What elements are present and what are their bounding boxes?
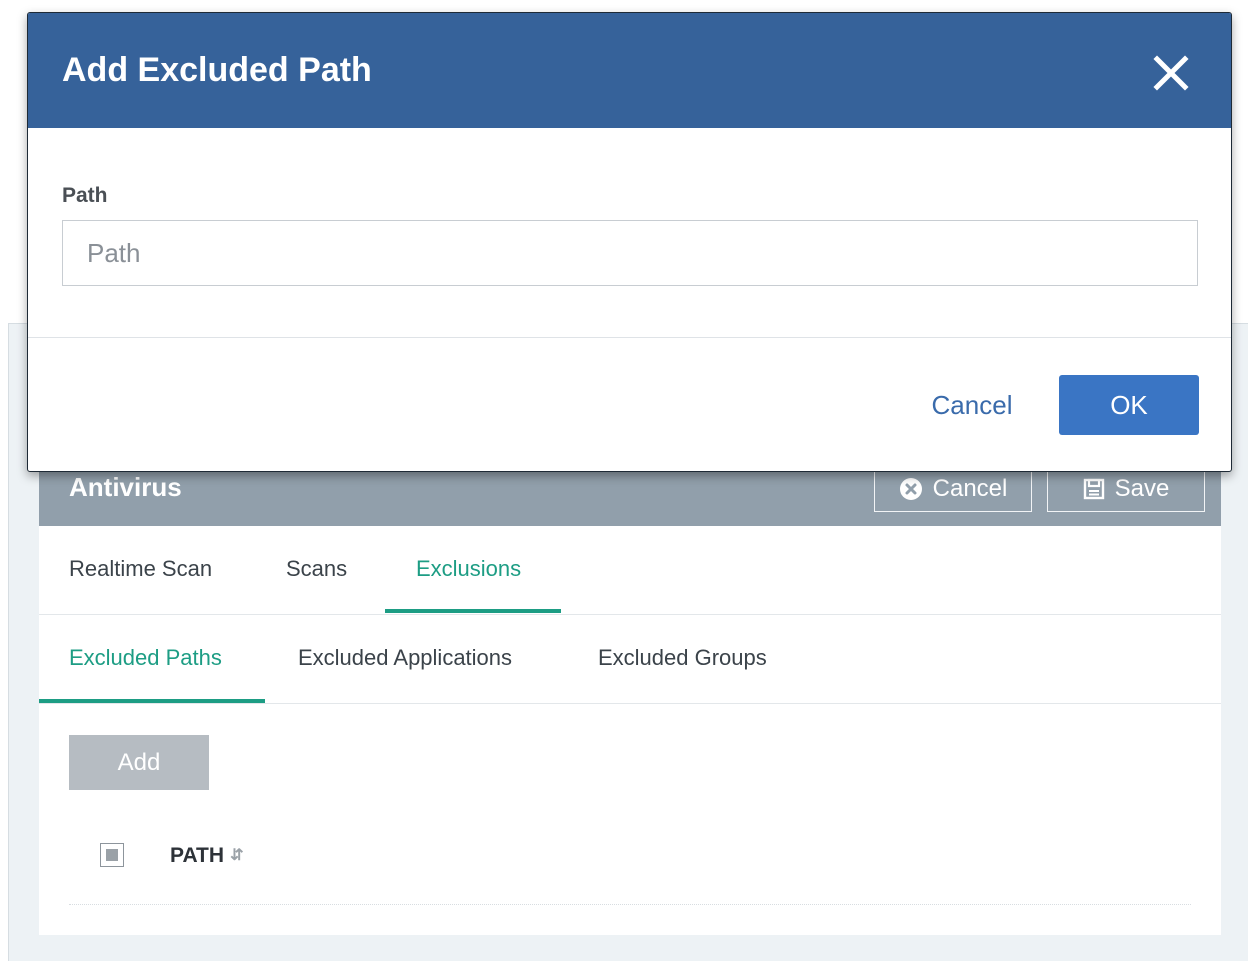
circle-x-icon: [899, 478, 922, 500]
dialog-body: Path: [28, 128, 1231, 338]
path-field-label: Path: [62, 184, 108, 207]
tab-exclusions[interactable]: Exclusions: [416, 556, 521, 582]
active-tab-underline: [385, 609, 561, 613]
panel-title: Antivirus: [69, 472, 182, 502]
path-column-header[interactable]: PATH ⇵: [170, 844, 243, 868]
sort-icon: ⇵: [230, 847, 244, 864]
close-icon[interactable]: [1151, 53, 1191, 93]
dialog-title: Add Excluded Path: [62, 51, 372, 89]
panel-cancel-button[interactable]: Cancel: [874, 466, 1032, 512]
table-divider: [69, 904, 1191, 905]
active-subtab-underline: [39, 699, 265, 703]
panel-save-button[interactable]: Save: [1047, 466, 1205, 512]
antivirus-panel: Antivirus Cancel Save Realtime Scan Scan…: [39, 444, 1221, 935]
dialog-header: Add Excluded Path: [28, 13, 1231, 128]
tab-realtime-scan[interactable]: Realtime Scan: [69, 556, 212, 582]
path-input[interactable]: [62, 220, 1198, 286]
dialog-cancel-button[interactable]: Cancel: [902, 375, 1042, 435]
dialog-ok-button[interactable]: OK: [1059, 375, 1199, 435]
subtab-excluded-paths[interactable]: Excluded Paths: [69, 645, 222, 671]
path-column-label: PATH: [170, 844, 225, 867]
panel-save-label: Save: [1114, 475, 1170, 502]
subtab-excluded-applications[interactable]: Excluded Applications: [298, 645, 512, 671]
add-excluded-path-dialog: Add Excluded Path Path Cancel OK: [27, 12, 1232, 472]
select-all-checkbox[interactable]: [100, 843, 124, 867]
add-button[interactable]: Add: [69, 735, 209, 790]
panel-cancel-label: Cancel: [932, 475, 1008, 502]
tab-scans[interactable]: Scans: [286, 556, 347, 582]
main-tabs: Realtime Scan Scans Exclusions: [39, 526, 1221, 615]
exclusion-subtabs: Excluded Paths Excluded Applications Exc…: [39, 615, 1221, 704]
floppy-icon: [1083, 478, 1104, 500]
subtab-excluded-groups[interactable]: Excluded Groups: [598, 645, 767, 671]
